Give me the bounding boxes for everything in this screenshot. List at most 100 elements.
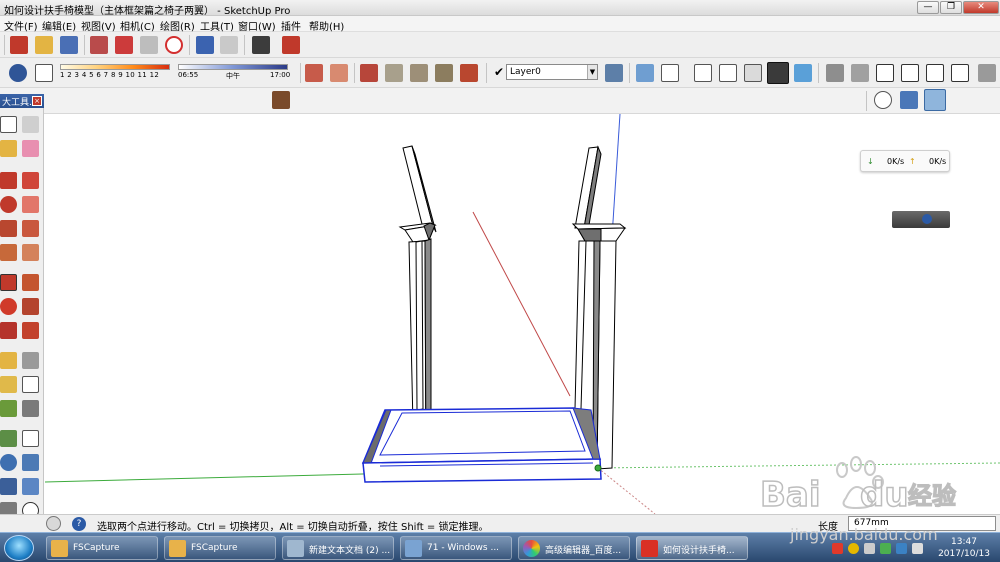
3d-text-icon[interactable] — [22, 400, 39, 417]
cut-icon[interactable] — [90, 36, 108, 54]
monochrome-icon[interactable] — [794, 64, 812, 82]
shadow-time-slider[interactable]: 06:55 中午 17:00 — [178, 64, 290, 81]
sandbox-from-scratch-icon[interactable] — [385, 64, 403, 82]
menu-tools[interactable]: 工具(T) — [200, 18, 234, 33]
tape-measure-icon[interactable] — [0, 352, 17, 369]
new-file-icon[interactable] — [10, 36, 28, 54]
hidden-line-icon[interactable] — [719, 64, 737, 82]
rotate-icon[interactable] — [0, 298, 17, 315]
spring-tool-icon[interactable] — [272, 91, 290, 109]
position-camera-icon[interactable] — [874, 91, 892, 109]
menu-file[interactable]: 文件(F) — [4, 18, 38, 33]
shadow-month-slider[interactable]: 1 2 3 4 5 6 7 8 9 10 11 12 — [60, 64, 170, 79]
help-icon[interactable]: ? — [72, 517, 86, 531]
close-button[interactable]: ✕ — [963, 1, 999, 14]
arc-icon[interactable] — [0, 220, 17, 237]
drape-icon[interactable] — [460, 64, 478, 82]
scale-icon[interactable] — [0, 322, 17, 339]
display-shadows-icon[interactable] — [35, 64, 53, 82]
shadow-time-bar[interactable] — [178, 64, 288, 70]
taskbar-item-fscapture-1[interactable]: FSCapture — [46, 536, 158, 560]
make-component-icon[interactable] — [22, 116, 39, 133]
follow-me-icon[interactable] — [22, 298, 39, 315]
erase-icon[interactable] — [165, 36, 183, 54]
circle-icon[interactable] — [0, 196, 17, 213]
layer-manager-icon[interactable] — [605, 64, 623, 82]
layer-dropdown[interactable]: Layer0 ▼ — [506, 64, 598, 80]
pie-icon[interactable] — [0, 244, 17, 261]
user-icon[interactable] — [46, 516, 61, 531]
maximize-button[interactable]: ❐ — [940, 1, 962, 14]
move-icon[interactable] — [0, 274, 17, 291]
previous-view-icon[interactable] — [22, 478, 39, 495]
smoove-icon[interactable] — [410, 64, 428, 82]
axes-icon[interactable] — [0, 400, 17, 417]
front-view-icon[interactable] — [876, 64, 894, 82]
push-pull-icon[interactable] — [22, 274, 39, 291]
paste-icon[interactable] — [140, 36, 158, 54]
sandbox-from-contours-icon[interactable] — [360, 64, 378, 82]
copy-icon[interactable] — [115, 36, 133, 54]
shadow-settings-icon[interactable] — [9, 64, 27, 82]
xray-icon[interactable] — [636, 64, 654, 82]
taskbar-item-advanced-editor[interactable]: 高级编辑器_百度... — [518, 536, 630, 560]
offset-icon[interactable] — [22, 322, 39, 339]
menu-plugins[interactable]: 插件 — [281, 18, 301, 33]
walk-icon[interactable] — [900, 91, 918, 109]
taskbar-item-windows-explorer[interactable]: 71 - Windows ... — [400, 536, 512, 560]
menu-edit[interactable]: 编辑(E) — [42, 18, 76, 33]
left-view-icon[interactable] — [951, 64, 969, 82]
look-around-icon[interactable] — [924, 89, 946, 111]
top-view-icon[interactable] — [851, 64, 869, 82]
rectangle-icon[interactable] — [0, 172, 17, 189]
back-view-icon[interactable] — [926, 64, 944, 82]
dimension-icon[interactable] — [22, 352, 39, 369]
text-icon[interactable] — [22, 376, 39, 393]
print-icon[interactable] — [252, 36, 270, 54]
select-icon[interactable] — [0, 116, 17, 133]
model-info-icon[interactable] — [282, 36, 300, 54]
taskbar-item-fscapture-2[interactable]: FSCapture — [164, 536, 276, 560]
bottom-view-icon[interactable] — [978, 64, 996, 82]
iso-view-icon[interactable] — [826, 64, 844, 82]
three-point-arc-icon[interactable] — [22, 244, 39, 261]
eraser-icon[interactable] — [22, 140, 39, 157]
shaded-icon[interactable] — [744, 64, 762, 82]
taskbar-item-text-document[interactable]: 新建文本文档 (2) ... — [282, 536, 394, 560]
right-view-icon[interactable] — [901, 64, 919, 82]
help-icon[interactable] — [922, 214, 932, 224]
protractor-icon[interactable] — [0, 376, 17, 393]
line-icon[interactable] — [22, 172, 39, 189]
back-edges-icon[interactable] — [661, 64, 679, 82]
shadow-month-bar[interactable] — [60, 64, 170, 70]
start-button[interactable] — [4, 535, 34, 561]
zoom-extents-icon[interactable] — [0, 478, 17, 495]
wireframe-icon[interactable] — [694, 64, 712, 82]
save-icon[interactable] — [60, 36, 78, 54]
menu-view[interactable]: 视图(V) — [81, 18, 116, 33]
orbit-icon[interactable] — [0, 430, 17, 447]
menu-draw[interactable]: 绘图(R) — [160, 18, 195, 33]
zoom-icon[interactable] — [0, 454, 17, 471]
shaded-with-textures-icon[interactable] — [767, 62, 789, 84]
panel-close-icon[interactable]: × — [32, 96, 42, 106]
zoom-window-icon[interactable] — [22, 454, 39, 471]
redo-icon[interactable] — [220, 36, 238, 54]
paint-bucket-icon[interactable] — [0, 140, 17, 157]
taskbar-item-sketchup[interactable]: 如何设计扶手椅... — [636, 536, 748, 560]
section-plane-icon[interactable] — [305, 64, 323, 82]
texture-icon[interactable] — [330, 64, 348, 82]
floating-mini-toolbar[interactable] — [892, 211, 950, 228]
chevron-down-icon[interactable]: ▼ — [587, 65, 597, 79]
menu-window[interactable]: 窗口(W) — [238, 18, 276, 33]
minimize-button[interactable]: — — [917, 1, 939, 14]
stamp-icon[interactable] — [435, 64, 453, 82]
freehand-icon[interactable] — [22, 196, 39, 213]
open-folder-icon[interactable] — [35, 36, 53, 54]
menu-camera[interactable]: 相机(C) — [120, 18, 155, 33]
pan-icon[interactable] — [22, 430, 39, 447]
layer-name: Layer0 — [510, 67, 541, 77]
undo-icon[interactable] — [196, 36, 214, 54]
polygon-icon[interactable] — [22, 220, 39, 237]
menu-help[interactable]: 帮助(H) — [309, 18, 344, 33]
